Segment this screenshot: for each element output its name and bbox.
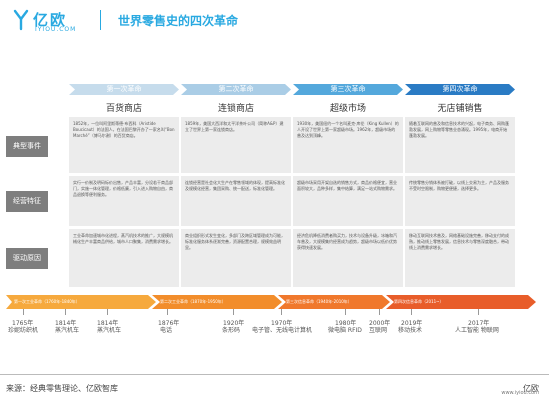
cell-features-3: 超级市场采用开架自选的销售方式，商品价格便宜，营业面积较大，品种多样，集中结算，… xyxy=(293,176,403,226)
revolution-name-2: 连锁商店 xyxy=(217,104,254,114)
event-tick xyxy=(167,309,168,315)
event-tick xyxy=(65,309,66,315)
event-label-1: 珍妮纺织机 xyxy=(8,327,39,334)
event-label-10: 人工智能 物联网 xyxy=(455,327,499,334)
event-label-3: 蒸汽机车 xyxy=(97,327,122,334)
event-tick xyxy=(23,309,24,315)
revolution-banner-3: 第三次革命 xyxy=(330,85,366,93)
logo[interactable]: 亿欧 IYIOU.COM xyxy=(13,8,91,34)
timeline-segment-2: 第二次工业革命（1870年-1950年） xyxy=(152,295,282,309)
event-tick xyxy=(233,309,234,315)
cell-features-4: 传统零售分销体系被打破，以线上交易为主，产品及服务不受时空限制，购物更便捷，选择… xyxy=(405,176,515,226)
timeline-segment-1-label: 第一次工业革命（1760年-1840年） xyxy=(14,299,80,304)
cell-features-1: 实行一价制及明码标价出售，产品丰富，分设若干商品部门，实施一体化管理，价格低廉，… xyxy=(69,176,179,226)
cell-drivers-3: 经济危机降低消费者购买力，技术与设备升级，冰箱和汽车普及，大规模集约经营成为趋势… xyxy=(293,229,403,287)
event-tick xyxy=(107,309,108,315)
row-label-typical-events: 典型事件 xyxy=(6,136,48,157)
logo-mark-icon xyxy=(13,9,29,31)
row-label-drivers: 驱动原因 xyxy=(6,248,48,269)
revolution-name-3: 超级市场 xyxy=(329,104,366,114)
footer-url[interactable]: www.iyiou.com xyxy=(501,390,539,396)
timeline-segment-2-label: 第二次工业革命（1870年-1950年） xyxy=(160,299,226,304)
footer-divider xyxy=(0,374,549,375)
event-label-4: 电话 xyxy=(160,327,173,334)
revolution-name-1: 百货商店 xyxy=(105,104,142,114)
logo-subtext: IYIOU.COM xyxy=(35,26,77,33)
timeline-segment-4: 第四次信息革命（2011~） xyxy=(386,295,536,309)
event-tick xyxy=(411,309,412,315)
cell-events-1: 1852年，一位叫阿里斯蒂德·布西科（Aristide Boucicaut）的法… xyxy=(69,117,179,173)
event-tick xyxy=(478,309,479,315)
cell-drivers-2: 商业组织形式发生变化，多部门及跨区域管理成为可能，标准化服务体系逐渐完善，资源配… xyxy=(181,229,291,287)
revolution-banner-1: 第一次革命 xyxy=(106,85,142,93)
header: 亿欧 IYIOU.COM 世界零售史的四次革命 xyxy=(0,0,549,40)
event-tick xyxy=(345,309,346,315)
timeline-segment-3: 第三次信息革命（1940年-2010年） xyxy=(278,295,390,309)
event-label-8: 互联网 xyxy=(369,327,388,334)
cell-features-2: 连锁经营是社会化大生产在零售领域的体现，提高标准化及规模化经营，集团采购、统一配… xyxy=(181,176,291,226)
cell-drivers-4: 移动互联网技术普及，网络基础设施完善，移动支付的成熟，推动线上零售发展，信息技术… xyxy=(405,229,515,287)
timeline-segment-4-label: 第四次信息革命（2011~） xyxy=(394,299,444,304)
event-label-2: 蒸汽机车 xyxy=(55,327,80,334)
revolution-banner-4: 第四次革命 xyxy=(442,85,478,93)
timeline-segment-1: 第一次工业革命（1760年-1840年） xyxy=(6,295,156,309)
timeline-segment-3-label: 第三次信息革命（1940年-2010年） xyxy=(286,299,352,304)
event-tick xyxy=(281,309,282,315)
event-label-5: 条形码 xyxy=(222,327,241,334)
header-divider xyxy=(100,10,101,30)
revolution-banner-2: 第二次革命 xyxy=(218,85,254,93)
event-label-9: 移动技术 xyxy=(398,327,423,334)
cell-events-2: 1859年，美国大西洋和太平洋茶叶公司（简称A&P）建立了世界上第一家连锁商店。 xyxy=(181,117,291,173)
event-label-7: 微电脑 RFID xyxy=(328,327,362,334)
cell-events-4: 随着互联网的普及和信息技术的兴起，电子商务、网购蓬勃发展，网上购物等零售业态涌现… xyxy=(405,117,515,173)
revolution-name-4: 无店铺销售 xyxy=(437,104,483,114)
page-title: 世界零售史的四次革命 xyxy=(118,14,239,28)
event-label-6: 电子管、无线电计算机 xyxy=(252,327,313,334)
cell-drivers-1: 工业革命加速城市化进程，蒸汽机技术的推广，大规模机械化生产丰富商品供给，城市人口… xyxy=(69,229,179,287)
cell-events-3: 1930年，美国纽约一个名叫麦克·库伦（King Kullen）的人开设了世界上… xyxy=(293,117,403,173)
row-label-business-features: 经营特征 xyxy=(6,191,48,212)
footer-source: 来源：经典零售理论、亿欧智库 xyxy=(6,384,118,393)
event-tick xyxy=(379,309,380,315)
